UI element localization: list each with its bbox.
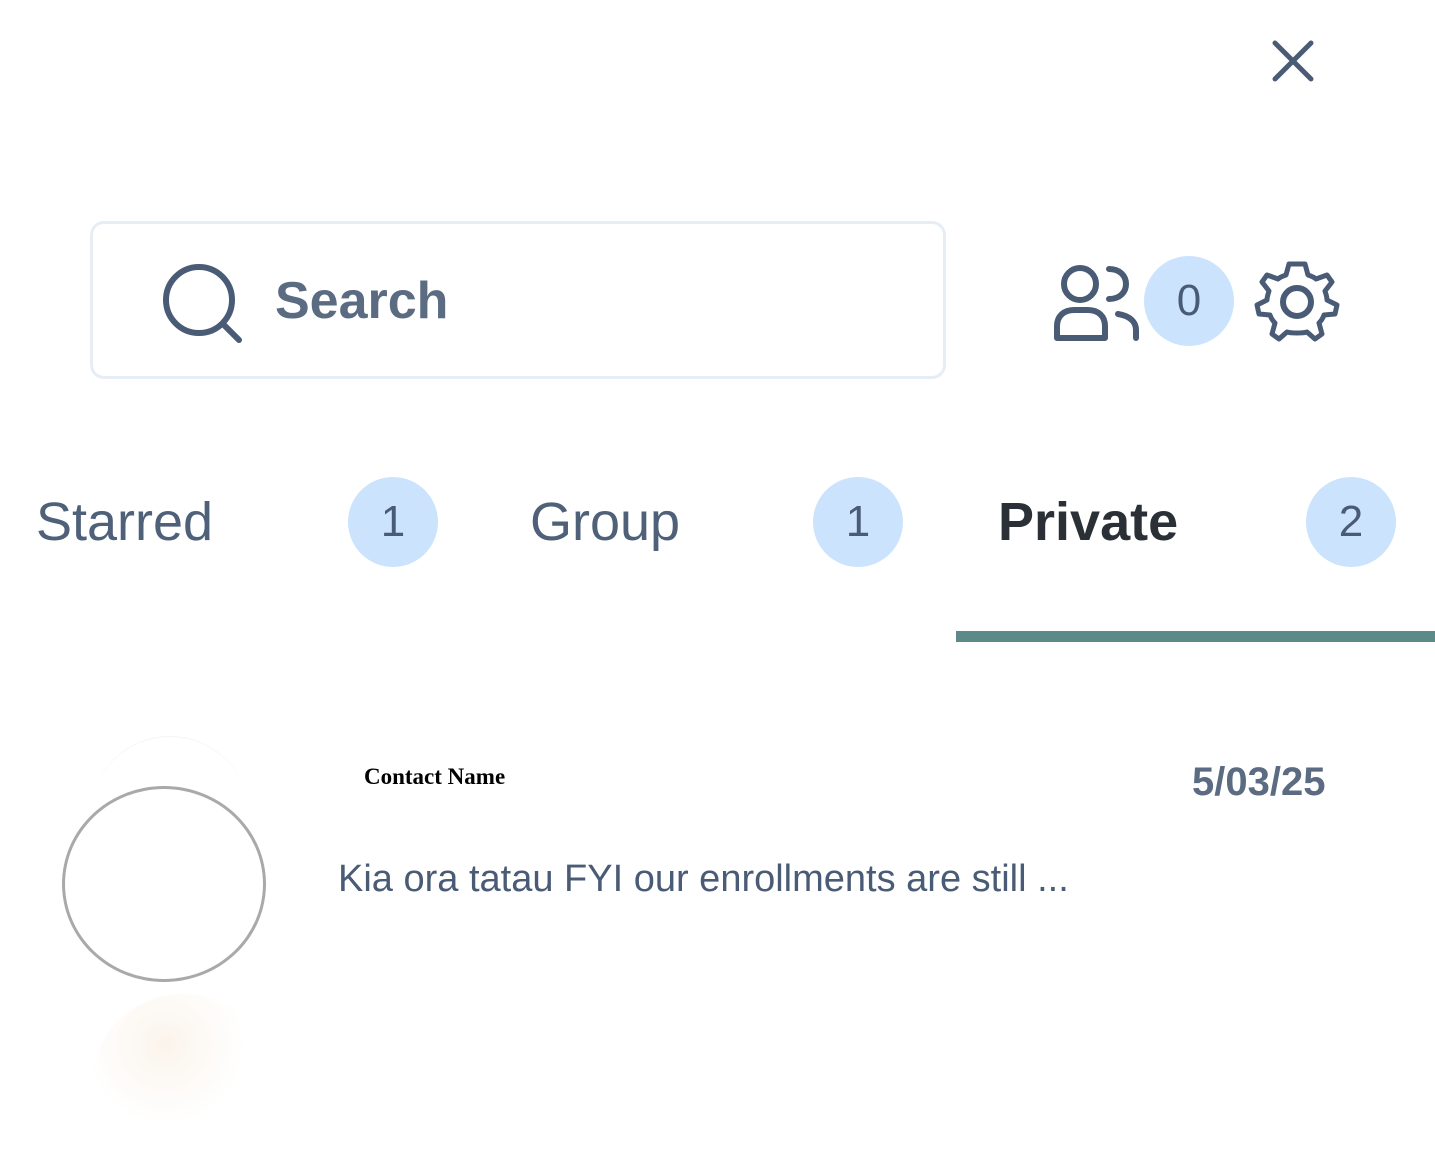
chat-panel: 0 Starred 1 Group 1 Private 2 Contact Na… <box>0 0 1435 1156</box>
close-icon <box>1272 40 1314 82</box>
gear-icon <box>1254 261 1340 342</box>
contacts-count-badge: 0 <box>1144 256 1234 346</box>
search-input[interactable] <box>275 258 895 344</box>
settings-button[interactable] <box>1252 258 1342 348</box>
avatar <box>92 994 274 1120</box>
conversation-item-faded[interactable] <box>0 990 1435 1130</box>
tab-label: Private <box>998 492 1179 552</box>
conversation-item[interactable]: Contact Name 5/03/25 Kia ora tatau FYI o… <box>0 730 1435 1000</box>
active-tab-indicator <box>956 631 1435 642</box>
tab-label: Group <box>530 492 681 552</box>
conversation-date: 5/03/25 <box>1192 760 1326 804</box>
tab-starred-count-badge: 1 <box>348 477 438 567</box>
search-box[interactable] <box>90 221 946 379</box>
tab-group-count-badge: 1 <box>813 477 903 567</box>
search-icon <box>163 264 242 343</box>
tab-private-count-badge: 2 <box>1306 477 1396 567</box>
message-preview: Kia ora tatau FYI our enrollments are st… <box>338 858 1069 900</box>
close-button[interactable] <box>1266 34 1320 88</box>
users-icon <box>1054 265 1139 341</box>
contact-name: Contact Name <box>364 764 506 789</box>
tab-label: Starred <box>36 492 214 552</box>
contacts-button[interactable] <box>1052 262 1142 344</box>
avatar <box>62 786 266 982</box>
